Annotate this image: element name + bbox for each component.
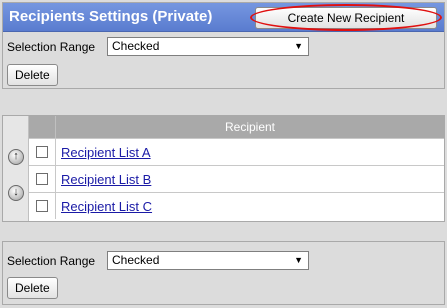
page-title: Recipients Settings (Private) (9, 8, 213, 25)
chevron-down-icon: ▼ (294, 255, 303, 265)
recipient-column-header: Recipient (56, 116, 444, 138)
selection-range-select[interactable]: Checked ▼ (107, 37, 309, 56)
recipient-link[interactable]: Recipient List B (61, 172, 151, 187)
checkbox-cell (29, 193, 56, 219)
table-row: Recipient List A (29, 138, 444, 165)
selection-range-value: Checked (112, 253, 160, 267)
row-checkbox[interactable] (36, 200, 48, 212)
row-checkbox[interactable] (36, 173, 48, 185)
arrow-up-icon[interactable]: ↑ (8, 149, 24, 165)
reorder-column: ↑ ↓ (3, 116, 29, 221)
chevron-down-icon: ▼ (294, 41, 303, 51)
recipient-table: ↑ ↓ Recipient Recipient List A Recipient… (2, 115, 445, 222)
selection-range-select[interactable]: Checked ▼ (107, 251, 309, 270)
selection-range-label: Selection Range (7, 254, 96, 268)
bottom-controls-panel: Selection Range Checked ▼ Delete (2, 241, 445, 305)
delete-button[interactable]: Delete (7, 64, 58, 86)
select-all-column-header (29, 116, 56, 138)
checkbox-cell (29, 166, 56, 192)
row-checkbox[interactable] (36, 146, 48, 158)
recipient-link[interactable]: Recipient List A (61, 145, 151, 160)
table-row: Recipient List B (29, 165, 444, 192)
settings-panel: Recipients Settings (Private) Create New… (2, 2, 445, 89)
recipient-link[interactable]: Recipient List C (61, 199, 152, 214)
arrow-down-icon[interactable]: ↓ (8, 185, 24, 201)
title-bar: Recipients Settings (Private) Create New… (3, 3, 444, 32)
checkbox-cell (29, 139, 56, 165)
selection-range-value: Checked (112, 39, 160, 53)
create-new-recipient-button[interactable]: Create New Recipient (255, 7, 437, 29)
selection-range-label: Selection Range (7, 40, 96, 54)
delete-button[interactable]: Delete (7, 277, 58, 299)
table-row: Recipient List C (29, 192, 444, 219)
